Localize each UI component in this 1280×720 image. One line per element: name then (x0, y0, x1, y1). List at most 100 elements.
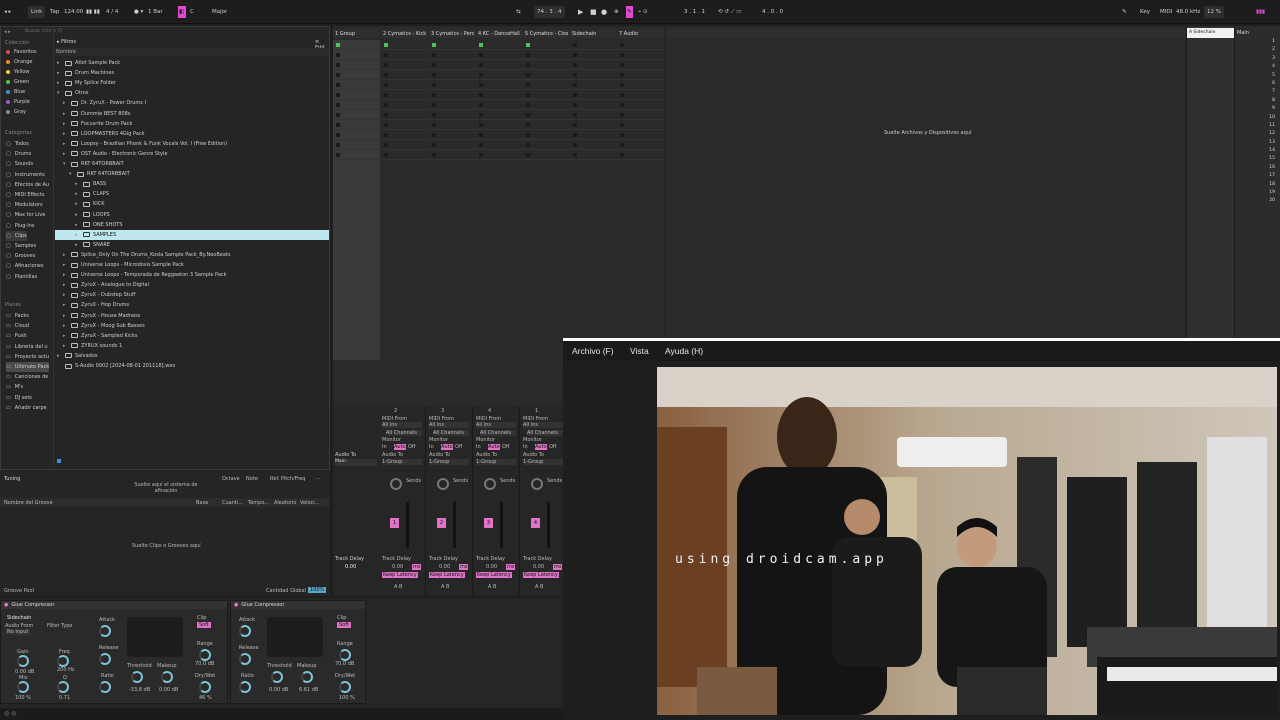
monitor-off[interactable]: Off (455, 444, 462, 450)
expand-arrow-icon[interactable]: ▸ (75, 230, 80, 240)
clip-slot[interactable] (381, 110, 428, 120)
scene-number[interactable]: 3 (1235, 55, 1280, 63)
expand-arrow-icon[interactable]: ▸ (75, 199, 80, 209)
clip-slot[interactable] (476, 60, 523, 70)
browser-row[interactable]: ▸ LOOPS (75, 210, 329, 220)
expand-arrow-icon[interactable]: ▸ (63, 270, 68, 280)
q-value[interactable]: 0.71 (59, 695, 70, 701)
drywet-value[interactable]: 46 % (199, 695, 212, 701)
gain-knob[interactable] (17, 655, 29, 667)
keep-latency-button[interactable]: Keep Latency (476, 572, 512, 578)
clip-slot[interactable] (381, 150, 428, 160)
browser-row[interactable]: ▸ My Splice Folder (57, 78, 329, 88)
clip-slot[interactable] (570, 130, 617, 140)
scene-number[interactable]: 5 (1235, 72, 1280, 80)
clip-slot[interactable] (381, 60, 428, 70)
clip-slot[interactable] (617, 110, 664, 120)
category-item[interactable]: ▢ MIDI Effects (6, 190, 44, 200)
place-item[interactable]: ▭ Push (6, 331, 27, 341)
expand-arrow-icon[interactable]: ▾ (69, 169, 74, 179)
device-power-icon[interactable]: ● (234, 601, 238, 609)
track-header[interactable]: 7 Audio (617, 30, 663, 38)
makeup-knob[interactable] (301, 671, 313, 683)
status-icon[interactable]: ◎ ◎ (4, 710, 16, 717)
clip-slot[interactable] (523, 150, 570, 160)
ms-label[interactable]: ms (412, 564, 422, 570)
place-item[interactable]: ▭ DJ sets (6, 393, 32, 403)
search-input[interactable]: Buscar (Ctrl + F) (25, 29, 65, 36)
category-item[interactable]: ▢ Plantillas (6, 272, 37, 282)
loop-length[interactable]: 4 . 0 . 0 (762, 6, 783, 18)
category-item[interactable]: ▢ Plug-Ins (6, 221, 35, 231)
clip-slot[interactable] (333, 40, 380, 50)
browser-row[interactable]: ▸ ZyruX - Moog Sub Basses (63, 321, 329, 331)
track-number-button[interactable]: 4 (531, 518, 540, 528)
audio-to-select[interactable]: 1-Group (429, 459, 469, 465)
clip-slot[interactable] (429, 90, 476, 100)
expand-arrow-icon[interactable]: ▸ (75, 210, 80, 220)
audio-to-select[interactable]: 1-Group (476, 459, 516, 465)
audio-to-select[interactable]: 1-Group (523, 459, 563, 465)
browser-row[interactable]: ▸ Loopsy - Brazilian Phonk & Funk Vocals … (63, 139, 329, 149)
soft-button[interactable]: Soft (197, 622, 211, 628)
clip-slot[interactable] (381, 90, 428, 100)
groove-velocity-header[interactable]: Veloci... (300, 500, 319, 506)
channel-select[interactable]: All Channels (433, 430, 469, 436)
overdub-icon[interactable]: ⊕ (614, 6, 619, 18)
place-item[interactable]: ▭ Ultimate Pack (6, 362, 50, 372)
tap-button[interactable]: Tap (50, 6, 59, 18)
monitor-off[interactable]: Off (502, 444, 509, 450)
ab-crossfade[interactable]: A B (394, 584, 402, 590)
clip-slot[interactable] (570, 60, 617, 70)
collection-item[interactable]: Green (6, 77, 29, 87)
clip-slot[interactable] (476, 70, 523, 80)
keep-latency-button[interactable]: Keep Latency (523, 572, 559, 578)
channel-select[interactable]: All Channels (527, 430, 563, 436)
clip-slot[interactable] (476, 50, 523, 60)
browser-row[interactable]: ▸ Atlot Sample Pack (57, 58, 329, 68)
clip-slot[interactable] (523, 60, 570, 70)
collection-item[interactable]: Blue (6, 87, 25, 97)
clip-slot[interactable] (429, 80, 476, 90)
expand-arrow-icon[interactable]: ▸ (63, 300, 68, 310)
browser-row[interactable]: ▸ Dr. ZyruX - Power Drums I (63, 98, 329, 108)
clip-slot[interactable] (429, 110, 476, 120)
threshold-knob[interactable] (271, 671, 283, 683)
clip-slot[interactable] (523, 90, 570, 100)
clip-slot[interactable] (333, 110, 380, 120)
monitor-auto[interactable]: Auto (488, 444, 500, 450)
browser-row[interactable]: ▸ OST Audio - Electronic Genre Style (63, 149, 329, 159)
ratio-knob[interactable] (239, 681, 251, 693)
expand-arrow-icon[interactable]: ▸ (63, 129, 68, 139)
play-icon[interactable]: ▶ (578, 6, 583, 18)
drywet-value[interactable]: 100 % (339, 695, 355, 701)
clip-slot[interactable] (570, 70, 617, 80)
clip-slot[interactable] (476, 90, 523, 100)
scene-number[interactable]: 19 (1235, 189, 1280, 197)
clip-slot[interactable] (429, 50, 476, 60)
expand-arrow-icon[interactable]: ▸ (63, 311, 68, 321)
clip-slot[interactable] (381, 140, 428, 150)
quantize-select[interactable]: 1 Bar (148, 6, 163, 18)
key-button[interactable]: Key (1140, 6, 1150, 18)
place-item[interactable]: ▭ Librería del u (6, 342, 48, 352)
collection-item[interactable]: Orange (6, 57, 32, 67)
category-item[interactable]: ▢ Grooves (6, 251, 35, 261)
ms-label[interactable]: ms (506, 564, 516, 570)
scene-number[interactable]: 2 (1235, 46, 1280, 54)
threshold-value[interactable]: 0.00 dB (269, 687, 288, 693)
clip-slot[interactable] (429, 150, 476, 160)
freq-knob[interactable] (57, 655, 69, 667)
track-header[interactable]: 5 Cymatics - Clos (523, 30, 569, 38)
expand-arrow-icon[interactable]: ▸ (75, 220, 80, 230)
browser-row[interactable]: ▸ ZyruX - Hop Drums (63, 300, 329, 310)
expand-arrow-icon[interactable]: ▸ (75, 179, 80, 189)
browser-row[interactable]: ▾ Otros (57, 88, 329, 98)
key-select[interactable]: C (190, 6, 194, 18)
overview-icon[interactable]: ▮▮▮ (1256, 6, 1265, 18)
ab-crossfade[interactable]: A B (488, 584, 496, 590)
place-item[interactable]: ▭ Añadir carpe (6, 403, 47, 413)
q-knob[interactable] (57, 681, 69, 693)
midi-from-select[interactable]: All Ins (523, 422, 563, 428)
place-item[interactable]: ▭ M's (6, 382, 23, 392)
